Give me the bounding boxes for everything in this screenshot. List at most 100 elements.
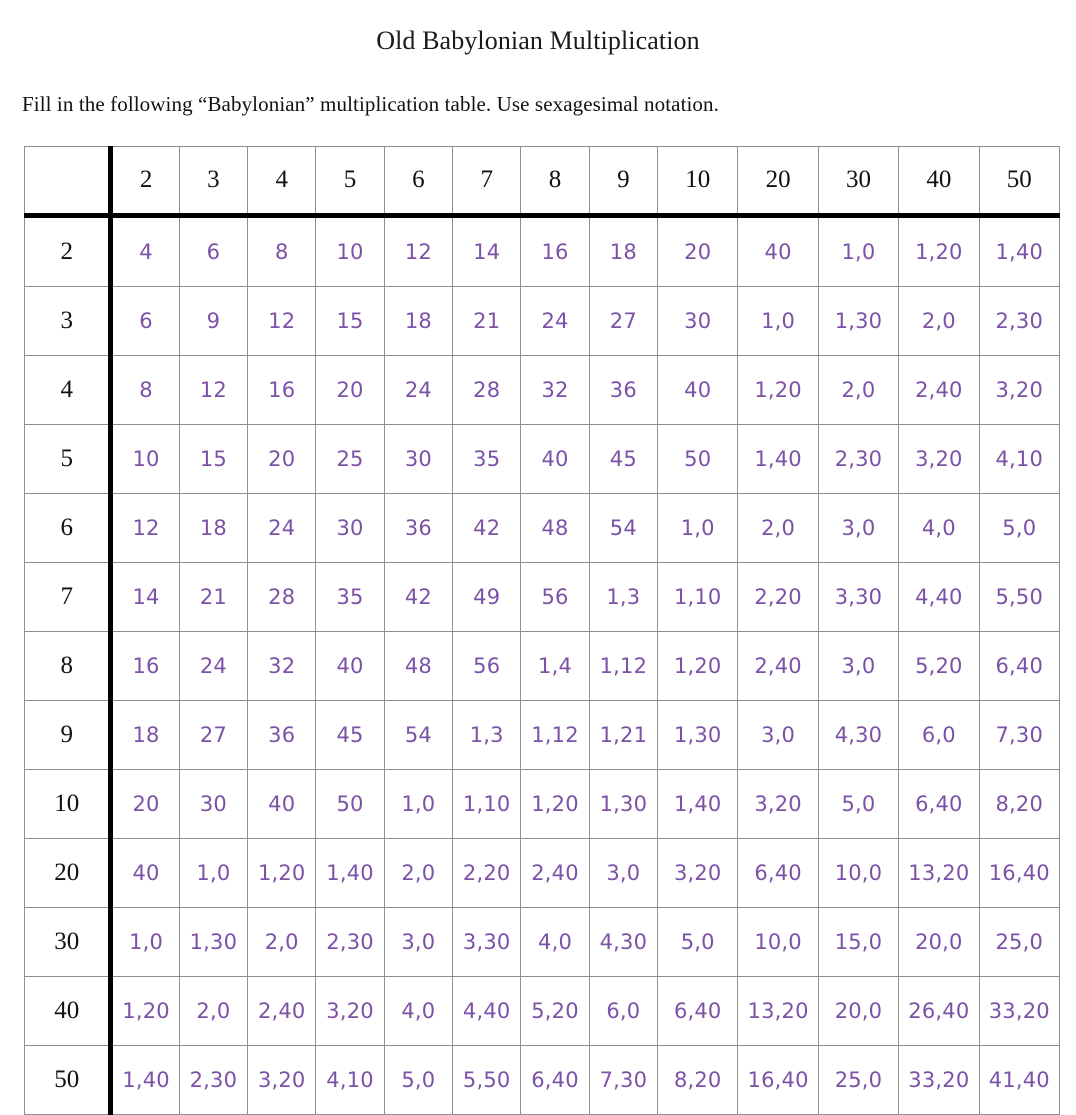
- cell-4x30[interactable]: 2,0: [817, 355, 900, 425]
- cell-2x20[interactable]: 40: [737, 215, 819, 287]
- cell-20x5[interactable]: 1,40: [315, 838, 385, 908]
- cell-50x5[interactable]: 4,10: [315, 1045, 385, 1115]
- cell-4x20[interactable]: 1,20: [737, 355, 819, 425]
- cell-5x30[interactable]: 2,30: [817, 424, 900, 494]
- cell-7x5[interactable]: 35: [315, 562, 385, 632]
- cell-40x50[interactable]: 33,20: [978, 976, 1061, 1046]
- cell-2x4[interactable]: 8: [247, 215, 317, 287]
- cell-9x7[interactable]: 1,3: [452, 700, 522, 770]
- cell-50x4[interactable]: 3,20: [247, 1045, 317, 1115]
- cell-10x40[interactable]: 6,40: [898, 769, 980, 839]
- cell-20x6[interactable]: 2,0: [383, 838, 454, 908]
- cell-2x8[interactable]: 16: [520, 215, 590, 287]
- cell-9x2[interactable]: 18: [110, 700, 180, 770]
- cell-50x10[interactable]: 8,20: [657, 1045, 739, 1115]
- cell-10x3[interactable]: 30: [178, 769, 249, 839]
- cell-40x40[interactable]: 26,40: [898, 976, 980, 1046]
- cell-6x3[interactable]: 18: [178, 493, 249, 563]
- cell-40x3[interactable]: 2,0: [178, 976, 249, 1046]
- cell-5x2[interactable]: 10: [110, 424, 180, 494]
- cell-6x10[interactable]: 1,0: [657, 493, 739, 563]
- cell-30x4[interactable]: 2,0: [247, 907, 317, 977]
- cell-2x5[interactable]: 10: [315, 215, 385, 287]
- cell-4x8[interactable]: 32: [520, 355, 590, 425]
- cell-10x7[interactable]: 1,10: [452, 769, 522, 839]
- cell-30x50[interactable]: 25,0: [978, 907, 1061, 977]
- cell-4x7[interactable]: 28: [452, 355, 522, 425]
- cell-30x7[interactable]: 3,30: [452, 907, 522, 977]
- cell-40x7[interactable]: 4,40: [452, 976, 522, 1046]
- cell-40x20[interactable]: 13,20: [737, 976, 819, 1046]
- cell-2x9[interactable]: 18: [588, 215, 659, 287]
- cell-30x20[interactable]: 10,0: [737, 907, 819, 977]
- cell-6x9[interactable]: 54: [588, 493, 659, 563]
- cell-30x9[interactable]: 4,30: [588, 907, 659, 977]
- cell-8x20[interactable]: 2,40: [737, 631, 819, 701]
- cell-2x6[interactable]: 12: [383, 215, 454, 287]
- cell-40x10[interactable]: 6,40: [657, 976, 739, 1046]
- cell-3x20[interactable]: 1,0: [737, 286, 819, 356]
- cell-10x50[interactable]: 8,20: [978, 769, 1061, 839]
- cell-5x5[interactable]: 25: [315, 424, 385, 494]
- cell-2x3[interactable]: 6: [178, 215, 249, 287]
- cell-5x7[interactable]: 35: [452, 424, 522, 494]
- cell-9x20[interactable]: 3,0: [737, 700, 819, 770]
- cell-50x20[interactable]: 16,40: [737, 1045, 819, 1115]
- cell-10x4[interactable]: 40: [247, 769, 317, 839]
- cell-7x4[interactable]: 28: [247, 562, 317, 632]
- cell-4x6[interactable]: 24: [383, 355, 454, 425]
- cell-50x8[interactable]: 6,40: [520, 1045, 590, 1115]
- cell-6x8[interactable]: 48: [520, 493, 590, 563]
- cell-7x30[interactable]: 3,30: [817, 562, 900, 632]
- cell-20x7[interactable]: 2,20: [452, 838, 522, 908]
- cell-3x7[interactable]: 21: [452, 286, 522, 356]
- cell-30x3[interactable]: 1,30: [178, 907, 249, 977]
- cell-8x4[interactable]: 32: [247, 631, 317, 701]
- cell-10x2[interactable]: 20: [110, 769, 180, 839]
- cell-20x3[interactable]: 1,0: [178, 838, 249, 908]
- cell-9x50[interactable]: 7,30: [978, 700, 1061, 770]
- cell-8x30[interactable]: 3,0: [817, 631, 900, 701]
- cell-10x8[interactable]: 1,20: [520, 769, 590, 839]
- cell-4x40[interactable]: 2,40: [898, 355, 980, 425]
- cell-3x5[interactable]: 15: [315, 286, 385, 356]
- cell-3x30[interactable]: 1,30: [817, 286, 900, 356]
- cell-30x5[interactable]: 2,30: [315, 907, 385, 977]
- cell-30x2[interactable]: 1,0: [110, 907, 180, 977]
- cell-50x40[interactable]: 33,20: [898, 1045, 980, 1115]
- cell-40x30[interactable]: 20,0: [817, 976, 900, 1046]
- cell-5x4[interactable]: 20: [247, 424, 317, 494]
- cell-3x9[interactable]: 27: [588, 286, 659, 356]
- cell-5x3[interactable]: 15: [178, 424, 249, 494]
- cell-30x10[interactable]: 5,0: [657, 907, 739, 977]
- cell-6x30[interactable]: 3,0: [817, 493, 900, 563]
- cell-7x40[interactable]: 4,40: [898, 562, 980, 632]
- cell-3x2[interactable]: 6: [110, 286, 180, 356]
- cell-40x2[interactable]: 1,20: [110, 976, 180, 1046]
- cell-40x9[interactable]: 6,0: [588, 976, 659, 1046]
- cell-9x30[interactable]: 4,30: [817, 700, 900, 770]
- cell-9x9[interactable]: 1,21: [588, 700, 659, 770]
- cell-3x40[interactable]: 2,0: [898, 286, 980, 356]
- cell-5x20[interactable]: 1,40: [737, 424, 819, 494]
- cell-5x10[interactable]: 50: [657, 424, 739, 494]
- cell-10x9[interactable]: 1,30: [588, 769, 659, 839]
- cell-9x6[interactable]: 54: [383, 700, 454, 770]
- cell-8x7[interactable]: 56: [452, 631, 522, 701]
- cell-2x2[interactable]: 4: [110, 215, 180, 287]
- cell-40x6[interactable]: 4,0: [383, 976, 454, 1046]
- cell-3x3[interactable]: 9: [178, 286, 249, 356]
- cell-6x4[interactable]: 24: [247, 493, 317, 563]
- cell-10x20[interactable]: 3,20: [737, 769, 819, 839]
- cell-6x7[interactable]: 42: [452, 493, 522, 563]
- cell-8x9[interactable]: 1,12: [588, 631, 659, 701]
- cell-4x5[interactable]: 20: [315, 355, 385, 425]
- cell-50x50[interactable]: 41,40: [978, 1045, 1061, 1115]
- cell-20x50[interactable]: 16,40: [978, 838, 1061, 908]
- cell-2x7[interactable]: 14: [452, 215, 522, 287]
- cell-7x8[interactable]: 56: [520, 562, 590, 632]
- cell-7x50[interactable]: 5,50: [978, 562, 1061, 632]
- cell-9x4[interactable]: 36: [247, 700, 317, 770]
- cell-30x6[interactable]: 3,0: [383, 907, 454, 977]
- cell-20x10[interactable]: 3,20: [657, 838, 739, 908]
